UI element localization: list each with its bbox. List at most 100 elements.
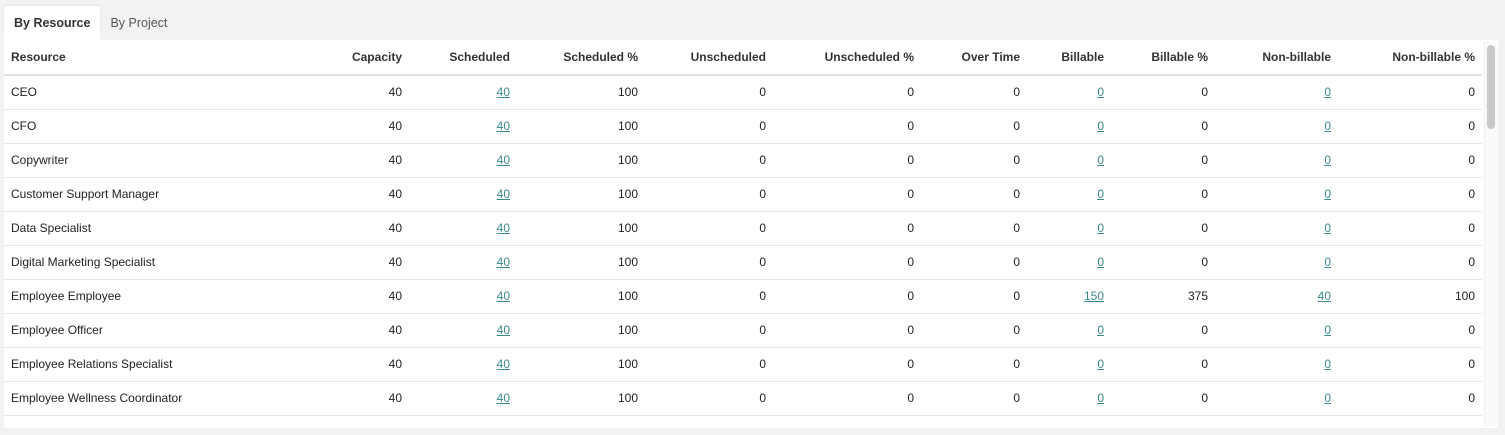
- table-scroll-area: Resource Capacity Scheduled Scheduled % …: [4, 40, 1482, 428]
- scheduled-link[interactable]: 40: [497, 85, 510, 99]
- cell-over-time: 0: [921, 347, 1027, 382]
- cell-billable: 0: [1027, 211, 1111, 246]
- col-header-non-billable[interactable]: Non-billable: [1215, 40, 1338, 76]
- cell-billable: 0: [1027, 143, 1111, 178]
- table-row: Employee Officer 40 40 100 0 0 0 0 0 0 0: [4, 313, 1482, 348]
- cell-billable-pct: 0: [1111, 347, 1215, 382]
- cell-capacity: 40: [224, 245, 409, 280]
- col-header-over-time[interactable]: Over Time: [921, 40, 1027, 76]
- table-row: CEO 40 40 100 0 0 0 0 0 0 0: [4, 75, 1482, 110]
- col-header-unscheduled[interactable]: Unscheduled: [645, 40, 773, 76]
- non-billable-link[interactable]: 0: [1324, 255, 1331, 269]
- billable-link[interactable]: 0: [1097, 357, 1104, 371]
- non-billable-link[interactable]: 0: [1324, 391, 1331, 405]
- cell-over-time: 0: [921, 177, 1027, 212]
- scheduled-link[interactable]: 40: [497, 187, 510, 201]
- cell-unscheduled-pct: 0: [773, 381, 921, 416]
- report-panel: Resource Capacity Scheduled Scheduled % …: [4, 40, 1498, 428]
- non-billable-link[interactable]: 0: [1324, 153, 1331, 167]
- view-tabs: By Resource By Project: [4, 6, 177, 40]
- col-header-capacity[interactable]: Capacity: [224, 40, 409, 76]
- cell-scheduled-pct: 100: [517, 381, 645, 416]
- col-header-resource[interactable]: Resource: [4, 40, 224, 76]
- cell-unscheduled: 0: [645, 143, 773, 178]
- cell-unscheduled-pct: 0: [773, 109, 921, 144]
- cell-scheduled-pct: 100: [517, 245, 645, 280]
- scheduled-link[interactable]: 40: [497, 255, 510, 269]
- cell-billable: 0: [1027, 313, 1111, 348]
- cell-over-time: [921, 415, 1027, 428]
- cell-scheduled: 40: [409, 347, 517, 382]
- billable-link[interactable]: 0: [1097, 391, 1104, 405]
- billable-link[interactable]: 0: [1097, 255, 1104, 269]
- scheduled-link[interactable]: 40: [497, 119, 510, 133]
- scheduled-link[interactable]: 40: [497, 153, 510, 167]
- col-header-non-billable-pct[interactable]: Non-billable %: [1338, 40, 1482, 76]
- scheduled-link[interactable]: 40: [497, 357, 510, 371]
- cell-scheduled: 40: [409, 143, 517, 178]
- non-billable-link[interactable]: 0: [1324, 85, 1331, 99]
- col-header-billable[interactable]: Billable: [1027, 40, 1111, 76]
- billable-link[interactable]: 150: [1084, 289, 1104, 303]
- cell-unscheduled: 0: [645, 313, 773, 348]
- table-row: Data Specialist 40 40 100 0 0 0 0 0 0 0: [4, 211, 1482, 246]
- billable-link[interactable]: 0: [1097, 221, 1104, 235]
- cell-non-billable: 0: [1215, 211, 1338, 246]
- col-header-unscheduled-pct[interactable]: Unscheduled %: [773, 40, 921, 76]
- cell-scheduled-pct: 100: [517, 347, 645, 382]
- cell-non-billable-pct: 100: [1338, 279, 1482, 314]
- cell-scheduled: 40: [409, 75, 517, 110]
- cell-non-billable-pct: 0: [1338, 381, 1482, 416]
- vertical-scrollbar[interactable]: [1484, 42, 1497, 426]
- cell-non-billable-pct: 0: [1338, 245, 1482, 280]
- cell-non-billable: 0: [1215, 245, 1338, 280]
- scrollbar-thumb[interactable]: [1487, 45, 1495, 129]
- cell-scheduled: 40: [409, 279, 517, 314]
- cell-capacity: 40: [224, 313, 409, 348]
- cell-billable-pct: [1111, 415, 1215, 428]
- cell-resource-name: [4, 415, 224, 428]
- cell-resource-name: Employee Employee: [4, 279, 224, 314]
- tab-by-resource[interactable]: By Resource: [4, 6, 101, 40]
- cell-billable-pct: 0: [1111, 211, 1215, 246]
- cell-over-time: 0: [921, 211, 1027, 246]
- scheduled-link[interactable]: 40: [497, 289, 510, 303]
- cell-over-time: 0: [921, 75, 1027, 110]
- billable-link[interactable]: 0: [1097, 187, 1104, 201]
- col-header-billable-pct[interactable]: Billable %: [1111, 40, 1215, 76]
- non-billable-link[interactable]: 0: [1324, 357, 1331, 371]
- scheduled-link[interactable]: 40: [497, 221, 510, 235]
- table-row: [4, 415, 1482, 428]
- cell-resource-name: Employee Officer: [4, 313, 224, 348]
- cell-non-billable: 0: [1215, 143, 1338, 178]
- non-billable-link[interactable]: 40: [1318, 289, 1331, 303]
- cell-non-billable-pct: 0: [1338, 177, 1482, 212]
- non-billable-link[interactable]: 0: [1324, 119, 1331, 133]
- billable-link[interactable]: 0: [1097, 85, 1104, 99]
- cell-non-billable-pct: [1338, 415, 1482, 428]
- cell-billable-pct: 0: [1111, 313, 1215, 348]
- non-billable-link[interactable]: 0: [1324, 187, 1331, 201]
- billable-link[interactable]: 0: [1097, 119, 1104, 133]
- cell-non-billable-pct: 0: [1338, 313, 1482, 348]
- billable-link[interactable]: 0: [1097, 153, 1104, 167]
- non-billable-link[interactable]: 0: [1324, 221, 1331, 235]
- cell-unscheduled-pct: 0: [773, 75, 921, 110]
- cell-capacity: 40: [224, 211, 409, 246]
- table-row: Employee Wellness Coordinator 40 40 100 0 0 0 0…: [4, 381, 1482, 416]
- cell-scheduled: 40: [409, 177, 517, 212]
- non-billable-link[interactable]: 0: [1324, 323, 1331, 337]
- cell-non-billable: [1215, 415, 1338, 428]
- scheduled-link[interactable]: 40: [497, 391, 510, 405]
- cell-unscheduled-pct: 0: [773, 143, 921, 178]
- cell-non-billable: 0: [1215, 109, 1338, 144]
- scheduled-link[interactable]: 40: [497, 323, 510, 337]
- cell-billable-pct: 0: [1111, 381, 1215, 416]
- cell-non-billable: 0: [1215, 381, 1338, 416]
- billable-link[interactable]: 0: [1097, 323, 1104, 337]
- col-header-scheduled-pct[interactable]: Scheduled %: [517, 40, 645, 76]
- col-header-scheduled[interactable]: Scheduled: [409, 40, 517, 76]
- tab-by-project[interactable]: By Project: [100, 6, 177, 40]
- cell-non-billable-pct: 0: [1338, 211, 1482, 246]
- cell-non-billable: 40: [1215, 279, 1338, 314]
